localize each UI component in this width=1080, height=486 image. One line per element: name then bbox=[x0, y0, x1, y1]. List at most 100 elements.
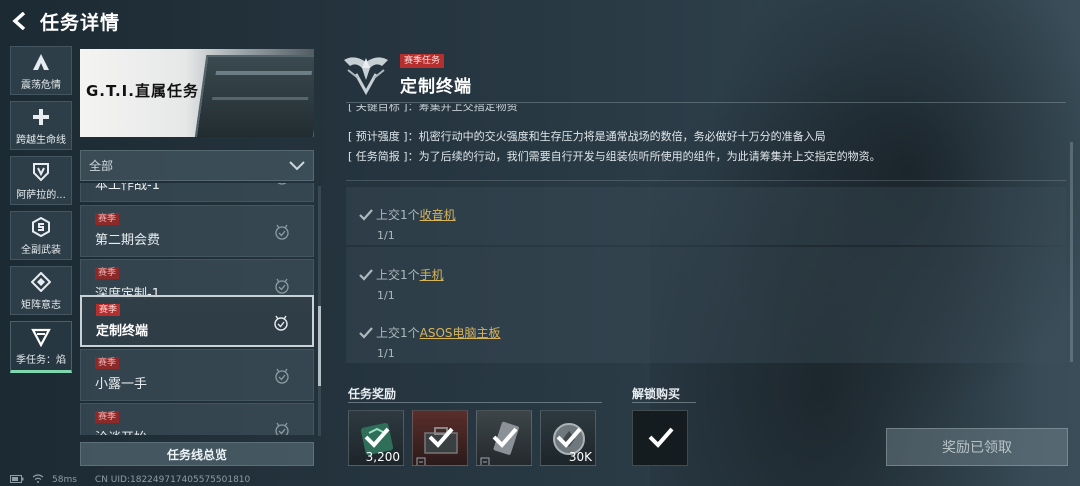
ping-value: 58ms bbox=[52, 475, 77, 485]
crate-image bbox=[193, 55, 314, 137]
mission-name: 小露一手 bbox=[95, 377, 148, 392]
list-item[interactable]: 赛季 洽谈开始 bbox=[80, 403, 314, 435]
mission-name: 第二期会费 bbox=[95, 233, 161, 248]
objective-progress: 1/1 bbox=[377, 289, 395, 302]
mission-detail-header: 赛季任务 定制终端 bbox=[340, 48, 1060, 100]
claimed-check-icon bbox=[363, 425, 391, 449]
mission-name: 定制终端 bbox=[96, 324, 149, 339]
objective-item-link[interactable]: 手机 bbox=[420, 268, 444, 282]
plus-icon bbox=[30, 106, 52, 128]
bound-icon bbox=[480, 452, 490, 465]
claim-reward-button[interactable]: 奖励已领取 bbox=[886, 428, 1068, 466]
objective-item: 上交1个手机 1/1 bbox=[346, 247, 1066, 305]
season-tag: 赛季 bbox=[95, 267, 120, 279]
mission-description: [ 关键目标 ]：筹集并上交指定物资 [ 预计强度 ]：机密行动中的交火强度和生… bbox=[346, 104, 1066, 170]
rail-item-label: 跨越生命线 bbox=[16, 134, 66, 146]
desc-text: 机密行动中的交火强度和生存压力将是通常战场的数倍，务必做好十万分的准备入局 bbox=[418, 130, 826, 143]
season-tag: 赛季 bbox=[96, 304, 121, 316]
checkmark-icon bbox=[358, 325, 374, 339]
list-item-selected[interactable]: 赛季 定制终端 bbox=[80, 295, 314, 347]
desc-text: 为了后续的行动，我们需要自行开发与组装侦听所使用的组件，为此请筹集并上交指定的物… bbox=[418, 150, 881, 163]
rail-item-season[interactable]: 季任务：焰 bbox=[10, 321, 72, 373]
objective-prefix: 上交1个 bbox=[376, 208, 420, 222]
banner-title: G.T.I.直属任务 bbox=[86, 82, 199, 100]
rewards-heading: 任务奖励 bbox=[348, 387, 397, 401]
objective-progress: 1/1 bbox=[377, 347, 395, 360]
rail-item-zhendang[interactable]: 震荡危情 bbox=[10, 46, 72, 95]
bound-icon bbox=[416, 452, 426, 465]
rail-item-label: 季任务：焰 bbox=[16, 355, 66, 366]
mission-title: 定制终端 bbox=[400, 77, 472, 97]
objective-item-link[interactable]: ASOS电脑主板 bbox=[420, 326, 501, 340]
desc-text: [ 关键目标 ]：筹集并上交指定物资 bbox=[348, 104, 518, 113]
objective-item: 上交1个收音机 1/1 bbox=[346, 187, 1066, 245]
mission-name: 本工作战-1 bbox=[95, 183, 160, 193]
objective-text: 上交1个手机 bbox=[376, 266, 444, 283]
season-mission-badge: 赛季任务 bbox=[400, 54, 445, 68]
objective-prefix: 上交1个 bbox=[376, 268, 420, 282]
mission-filter-dropdown[interactable]: 全部 bbox=[80, 150, 314, 181]
detail-scrollbar[interactable] bbox=[1070, 142, 1073, 362]
triangle-a-icon bbox=[30, 51, 52, 73]
checkmark-icon bbox=[358, 267, 374, 281]
rail-item-asala[interactable]: 阿萨拉的... bbox=[10, 156, 72, 205]
rail-item-juzhen[interactable]: 矩阵意志 bbox=[10, 266, 72, 315]
reward-quantity: 3,200 bbox=[365, 450, 400, 464]
reward-item[interactable]: 30K bbox=[540, 410, 596, 466]
wifi-icon bbox=[32, 474, 44, 486]
mission-name: 洽谈开始 bbox=[95, 427, 147, 435]
desc-row-briefing: [ 任务简报 ]：为了后续的行动，我们需要自行开发与组装侦听所使用的组件，为此请… bbox=[348, 148, 881, 164]
mission-list: 本工作战-1 赛季 第二期会费 赛季 深度定制-1 赛季 定制终端 赛季 小露一… bbox=[80, 183, 314, 435]
list-item[interactable]: 本工作战-1 bbox=[80, 183, 314, 202]
divider bbox=[346, 102, 1066, 103]
list-item[interactable]: 赛季 小露一手 bbox=[80, 349, 314, 401]
claimed-check-icon bbox=[555, 425, 583, 449]
mission-line-overview-button[interactable]: 任务线总览 bbox=[80, 442, 314, 466]
unlock-heading: 解锁购买 bbox=[632, 387, 681, 401]
desc-label: [ 预计强度 ]： bbox=[348, 130, 419, 143]
divider bbox=[348, 402, 602, 403]
objective-text: 上交1个收音机 bbox=[376, 206, 456, 223]
rail-item-kuayue[interactable]: 跨越生命线 bbox=[10, 101, 72, 150]
season-tag: 赛季 bbox=[95, 411, 120, 423]
filter-selected-value: 全部 bbox=[89, 159, 114, 173]
diamond-icon bbox=[30, 271, 52, 293]
objective-prefix: 上交1个 bbox=[376, 326, 420, 340]
objective-text: 上交1个ASOS电脑主板 bbox=[376, 324, 501, 341]
completed-icon bbox=[272, 314, 290, 332]
checkmark-icon bbox=[358, 207, 374, 221]
claimed-check-icon bbox=[647, 425, 675, 449]
v-chevron-icon bbox=[30, 326, 52, 348]
reward-item[interactable] bbox=[412, 410, 468, 466]
desc-row-intensity: [ 预计强度 ]：机密行动中的交火强度和生存压力将是通常战场的数倍，务必做好十万… bbox=[348, 128, 826, 144]
scrollbar-thumb[interactable] bbox=[318, 306, 321, 386]
season-tag: 赛季 bbox=[95, 357, 120, 369]
desc-row-key-objective: [ 关键目标 ]：筹集并上交指定物资 bbox=[348, 104, 518, 114]
divider bbox=[632, 402, 696, 403]
objective-item: 上交1个ASOS电脑主板 1/1 bbox=[346, 305, 1066, 363]
rail-item-label: 全副武装 bbox=[21, 244, 61, 256]
completed-icon bbox=[273, 183, 291, 186]
objective-progress: 1/1 bbox=[377, 229, 395, 242]
desc-label: [ 任务简报 ]： bbox=[348, 150, 419, 163]
rail-item-quanfu[interactable]: 全副武装 bbox=[10, 211, 72, 260]
mission-line-banner[interactable]: G.T.I.直属任务 bbox=[80, 49, 314, 137]
claimed-check-icon bbox=[491, 425, 519, 449]
completed-icon bbox=[273, 223, 291, 241]
back-arrow-icon[interactable] bbox=[10, 11, 30, 31]
status-bar: 58ms CN UID:18224971740557550181​0 bbox=[10, 474, 250, 486]
objective-item-link[interactable]: 收音机 bbox=[420, 208, 456, 222]
reward-item[interactable] bbox=[476, 410, 532, 466]
rail-item-label: 震荡危情 bbox=[21, 79, 61, 91]
unlock-item[interactable] bbox=[632, 410, 688, 466]
rail-item-label: 矩阵意志 bbox=[21, 299, 61, 311]
mission-list-scrollbar[interactable] bbox=[318, 186, 321, 436]
claimed-check-icon bbox=[427, 425, 455, 449]
battery-icon bbox=[10, 474, 24, 486]
category-rail: 震荡危情 跨越生命线 阿萨拉的... 全副武装 矩阵意志 季任务：焰 bbox=[10, 46, 72, 379]
header: 任务详情 bbox=[10, 6, 120, 36]
uid-text: CN UID:18224971740557550181​0 bbox=[94, 475, 251, 485]
completed-icon bbox=[273, 367, 291, 385]
reward-item[interactable]: 3,200 bbox=[348, 410, 404, 466]
list-item[interactable]: 赛季 第二期会费 bbox=[80, 205, 314, 257]
